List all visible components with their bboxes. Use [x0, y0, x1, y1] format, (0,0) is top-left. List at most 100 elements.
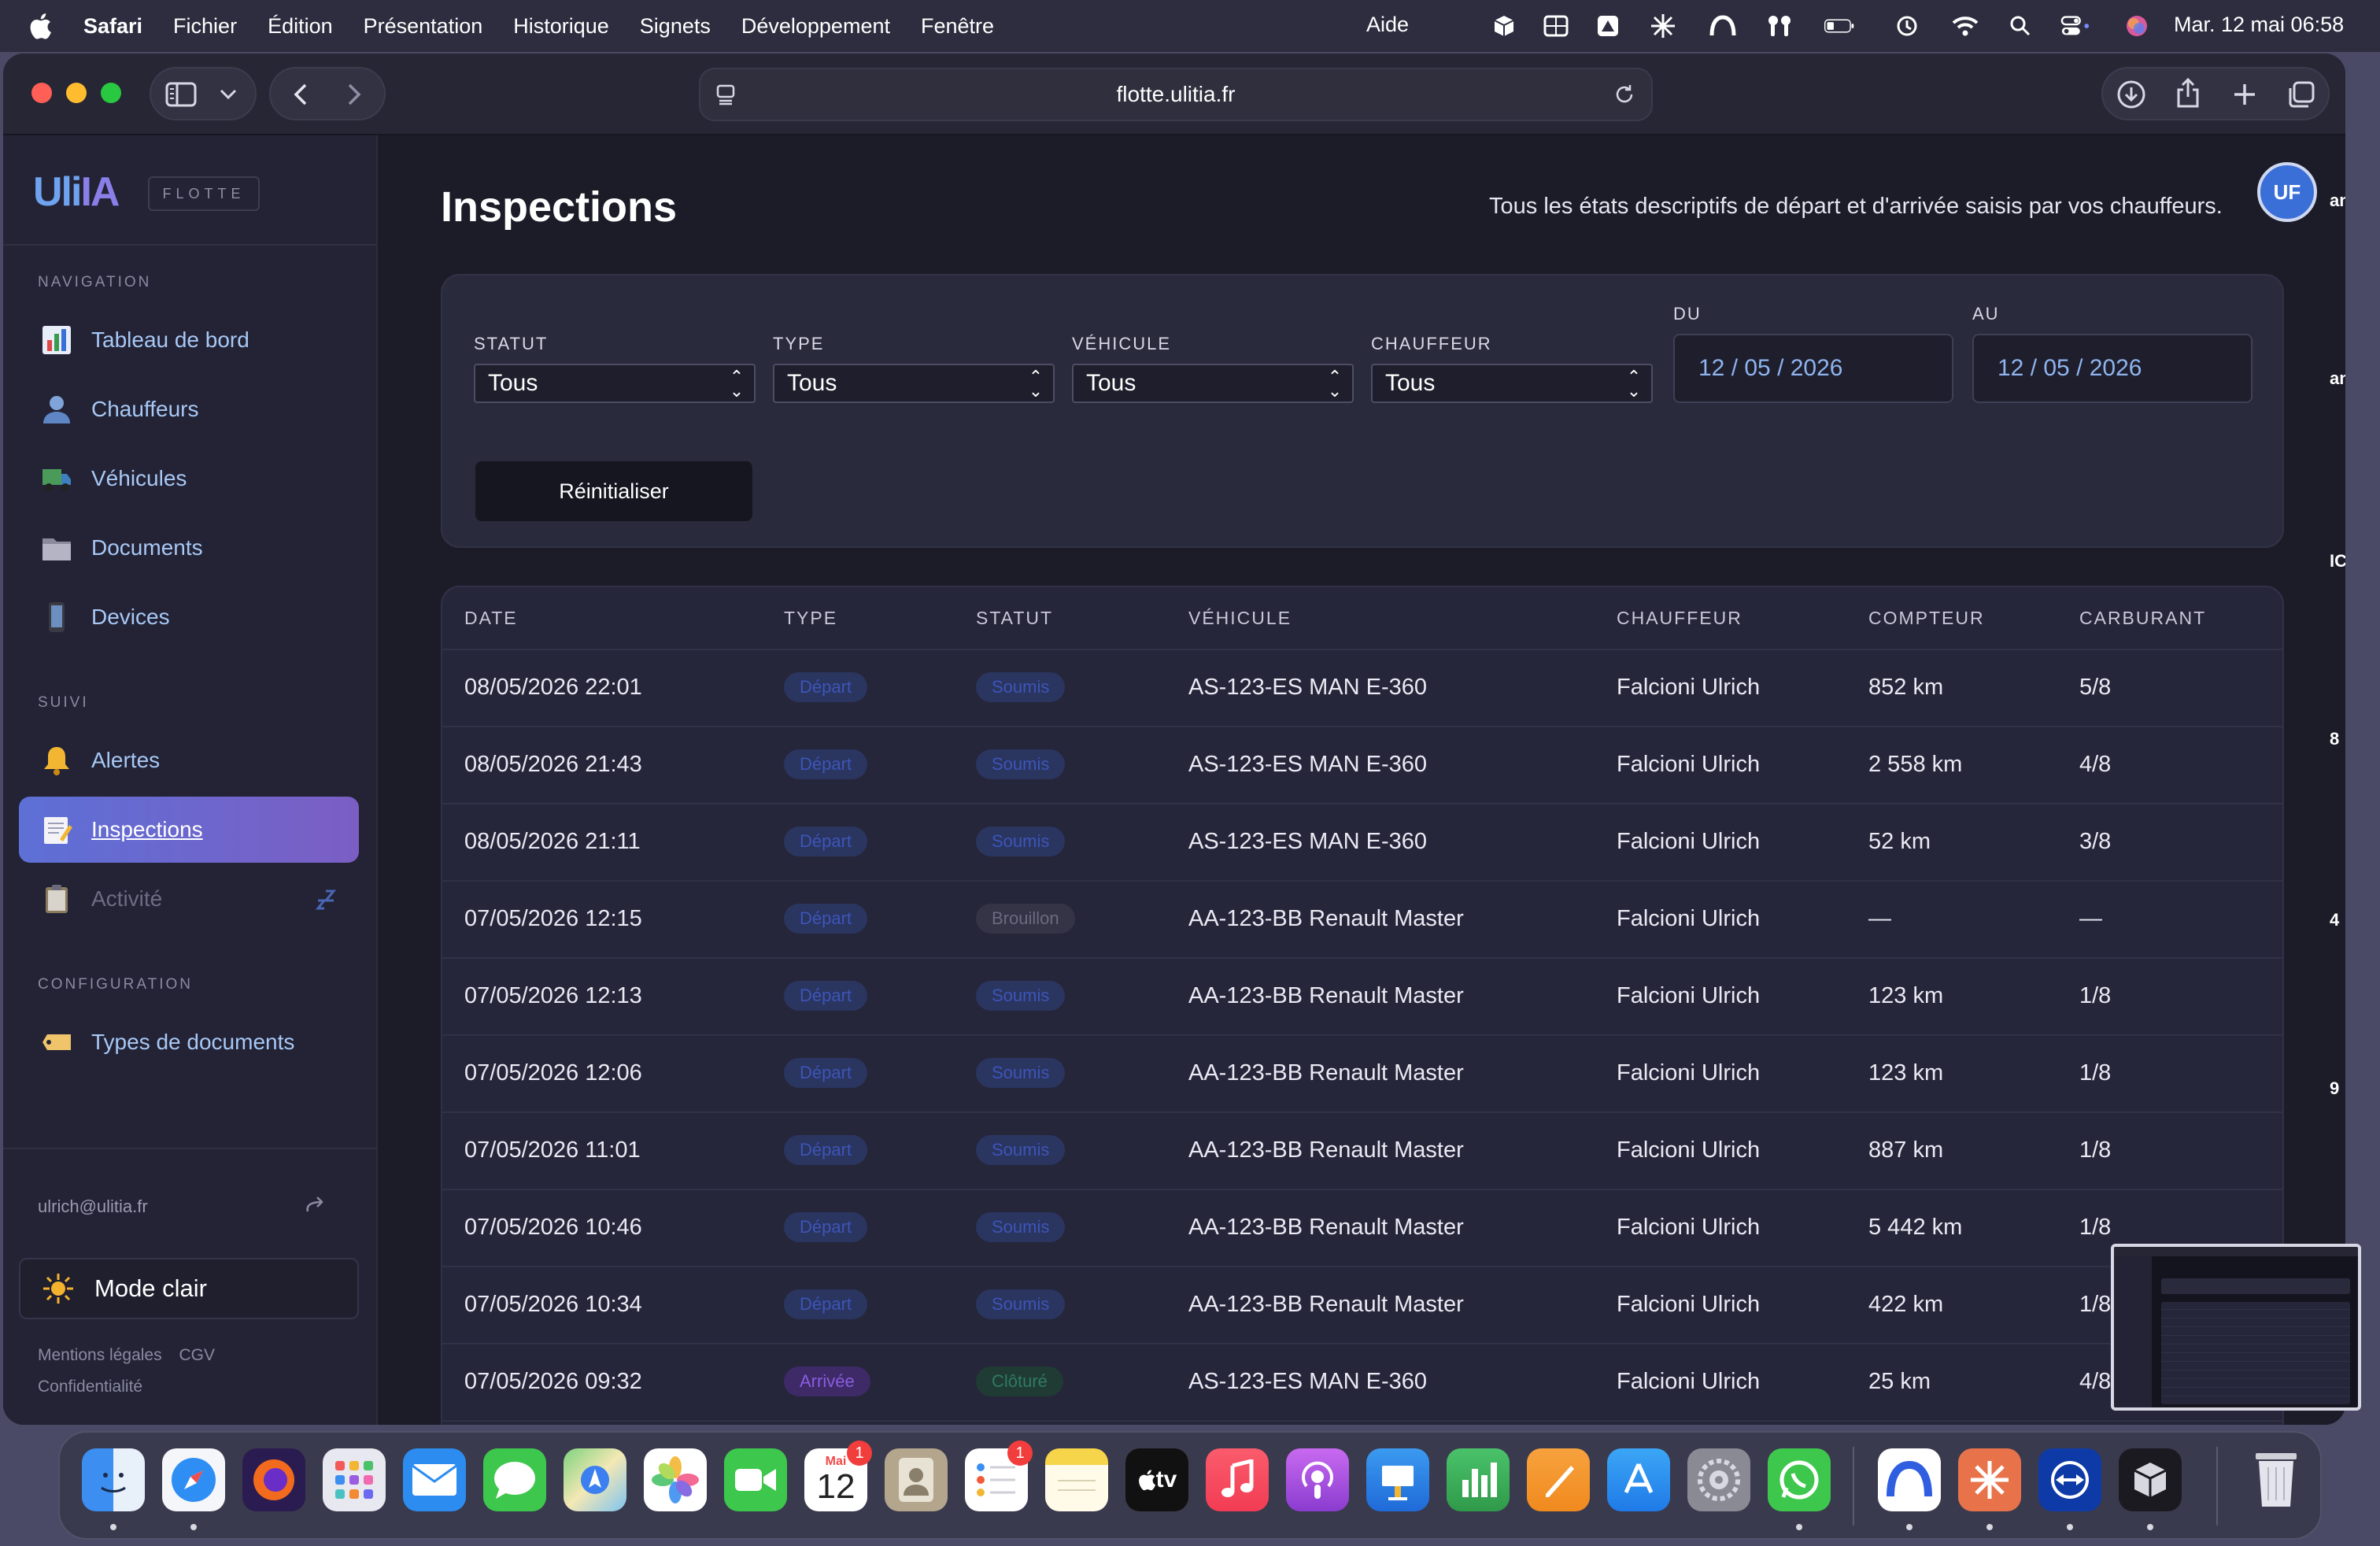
reset-filters-button[interactable]: Réinitialiser: [474, 460, 754, 523]
table-row[interactable]: 07/05/2026 12:06 Départ Soumis AA-123-BB Re…: [442, 1034, 2282, 1108]
box-status-icon[interactable]: [1489, 11, 1519, 41]
page-menu-icon[interactable]: [711, 80, 740, 109]
filter-chauffeur-select[interactable]: Tous ⌃ ⌄: [1371, 364, 1653, 403]
theme-toggle-button[interactable]: Mode clair: [19, 1258, 359, 1319]
column-header-statut[interactable]: STATUT: [976, 608, 1053, 629]
column-header-carburant[interactable]: CARBURANT: [2079, 608, 2206, 629]
table-row[interactable]: 08/05/2026 22:01 Départ Soumis AS-123-ES MA…: [442, 649, 2282, 723]
footer-link-cgv[interactable]: CGV: [179, 1346, 215, 1364]
appletv-icon[interactable]: tv: [1125, 1448, 1188, 1511]
sparkle-status-icon[interactable]: [1648, 11, 1678, 41]
photos-icon[interactable]: [644, 1448, 707, 1511]
airpods-status-icon[interactable]: [1765, 11, 1794, 41]
table-row[interactable]: 07/05/2026 10:34 Départ Soumis AA-123-BB Re…: [442, 1266, 2282, 1340]
sidebar-item-tableau-de-bord[interactable]: Tableau de bord: [19, 307, 359, 373]
wifi-icon[interactable]: [1950, 11, 1980, 41]
zoom-window-button[interactable]: [101, 83, 121, 103]
whatsapp-icon[interactable]: [1768, 1448, 1831, 1511]
back-chevron-icon[interactable]: [285, 79, 316, 110]
filter-au-date-input[interactable]: 12 / 05 / 2026: [1972, 334, 2252, 403]
sidebar-toggle-icon[interactable]: [165, 79, 197, 110]
spotlight-search-icon[interactable]: [2005, 11, 2035, 41]
table-row[interactable]: 07/05/2026 12:13 Départ Soumis AA-123-BB Re…: [442, 957, 2282, 1031]
arc-icon[interactable]: [1878, 1448, 1941, 1511]
menu-fenetre[interactable]: Fenêtre: [921, 14, 994, 39]
sidebar-item-activite[interactable]: Activité: [19, 866, 359, 932]
sidebar-item-types-de-documents[interactable]: Types de documents: [19, 1009, 359, 1075]
column-header-type[interactable]: TYPE: [784, 608, 837, 629]
sidebar-item-alertes[interactable]: Alertes: [19, 727, 359, 793]
reload-icon[interactable]: [1610, 80, 1639, 109]
finder-icon[interactable]: [82, 1448, 145, 1511]
downloads-icon[interactable]: [2114, 77, 2149, 112]
close-window-button[interactable]: [31, 83, 52, 103]
pages-icon[interactable]: [1527, 1448, 1590, 1511]
podcasts-icon[interactable]: [1286, 1448, 1349, 1511]
minimize-window-button[interactable]: [66, 83, 87, 103]
logout-icon[interactable]: [298, 1189, 332, 1223]
menu-aide[interactable]: Aide: [1366, 13, 1409, 37]
trash-icon[interactable]: [2245, 1448, 2308, 1511]
menu-presentation[interactable]: Présentation: [364, 14, 483, 39]
teamviewer-icon[interactable]: [2038, 1448, 2101, 1511]
forward-chevron-icon[interactable]: [338, 79, 370, 110]
sidebar-item-vehicules[interactable]: Véhicules: [19, 446, 359, 512]
menu-historique[interactable]: Historique: [513, 14, 609, 39]
claude-icon[interactable]: [1958, 1448, 2021, 1511]
facetime-icon[interactable]: [724, 1448, 787, 1511]
table-row[interactable]: 07/05/2026 09:31DépartClôturéAS-123-ES M…: [442, 1420, 2282, 1425]
table-row[interactable]: 07/05/2026 10:46 Départ Soumis AA-123-BB Re…: [442, 1189, 2282, 1263]
menu-fichier[interactable]: Fichier: [173, 14, 237, 39]
notes-icon[interactable]: [1045, 1448, 1108, 1511]
apple-icon[interactable]: [28, 13, 52, 39]
ulitia-logo[interactable]: UliIA: [33, 168, 120, 216]
new-tab-plus-icon[interactable]: [2227, 77, 2262, 112]
address-bar[interactable]: flotte.ulitia.fr: [699, 68, 1653, 121]
control-center-icon[interactable]: [2060, 11, 2090, 41]
contacts-icon[interactable]: [885, 1448, 948, 1511]
safari-icon[interactable]: [162, 1448, 225, 1511]
music-icon[interactable]: [1206, 1448, 1269, 1511]
table-row[interactable]: 07/05/2026 11:01 Départ Soumis AA-123-BB Re…: [442, 1111, 2282, 1185]
user-avatar[interactable]: UF: [2257, 162, 2317, 222]
numbers-icon[interactable]: [1447, 1448, 1510, 1511]
menu-signets[interactable]: Signets: [640, 14, 711, 39]
column-header-compteur[interactable]: COMPTEUR: [1868, 608, 1985, 629]
filter-du-date-input[interactable]: 12 / 05 / 2026: [1673, 334, 1953, 403]
filter-statut-select[interactable]: Tous ⌃ ⌄: [474, 364, 756, 403]
table-row[interactable]: 07/05/2026 12:15 Départ Brouillon AA-123-BB…: [442, 880, 2282, 954]
menu-app-safari[interactable]: Safari: [83, 14, 142, 39]
arc-status-icon[interactable]: [1708, 11, 1738, 41]
tab-overview-icon[interactable]: [2284, 77, 2319, 112]
filter-type-select[interactable]: Tous ⌃ ⌄: [773, 364, 1055, 403]
table-row[interactable]: 08/05/2026 21:11 Départ Soumis AS-123-ES MA…: [442, 803, 2282, 877]
firefox-icon[interactable]: [242, 1448, 305, 1511]
sidebar-item-chauffeurs[interactable]: Chauffeurs: [19, 376, 359, 442]
window-preview-thumbnail[interactable]: [2111, 1244, 2361, 1411]
time-machine-status-icon[interactable]: [1892, 11, 1922, 41]
column-header-date[interactable]: DATE: [464, 608, 518, 629]
url-text[interactable]: flotte.ulitia.fr: [1117, 82, 1236, 107]
box-app-icon[interactable]: [2119, 1448, 2182, 1511]
launchpad-icon[interactable]: [323, 1448, 386, 1511]
column-header-chauffeur[interactable]: CHAUFFEUR: [1617, 608, 1743, 629]
appstore-icon[interactable]: [1607, 1448, 1670, 1511]
settings-icon[interactable]: [1687, 1448, 1750, 1511]
sidebar-item-inspections[interactable]: Inspections: [19, 797, 359, 863]
share-icon[interactable]: [2171, 76, 2205, 110]
menubar-clock[interactable]: Mar. 12 mai 06:58: [2174, 13, 2344, 37]
menu-edition[interactable]: Édition: [268, 14, 333, 39]
table-row[interactable]: 08/05/2026 21:43 Départ Soumis AS-123-ES MA…: [442, 726, 2282, 800]
mail-icon[interactable]: [403, 1448, 466, 1511]
tab-groups-chevron-down-icon[interactable]: [214, 82, 242, 107]
sidebar-item-devices[interactable]: Devices: [19, 584, 359, 650]
capture-status-icon[interactable]: [1593, 11, 1623, 41]
menu-developpement[interactable]: Développement: [741, 14, 890, 39]
messages-icon[interactable]: [483, 1448, 546, 1511]
column-header-vehicule[interactable]: VÉHICULE: [1188, 608, 1292, 629]
footer-link-mentions[interactable]: Mentions légales: [38, 1346, 162, 1364]
siri-icon[interactable]: [2122, 11, 2152, 41]
grid-status-icon[interactable]: [1541, 11, 1571, 41]
battery-status-icon[interactable]: [1824, 11, 1854, 41]
filter-vehicule-select[interactable]: Tous ⌃ ⌄: [1072, 364, 1354, 403]
